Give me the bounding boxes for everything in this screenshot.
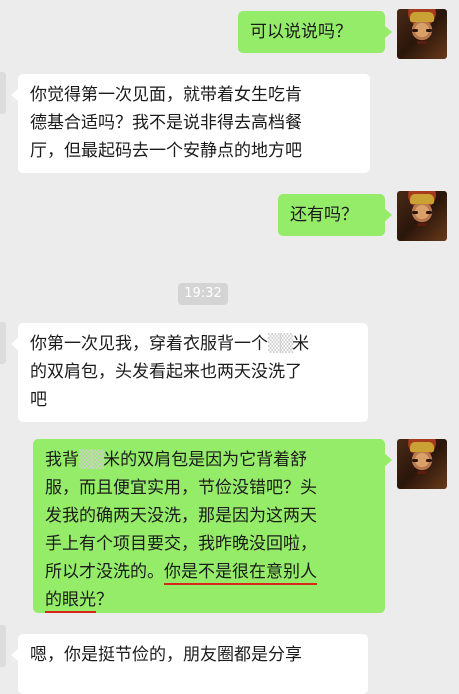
message-text: 米的双肩包是因为它背着舒 — [103, 450, 308, 470]
message-bubble-received[interactable]: 嗯，你是挺节俭的，朋友圈都是分享 — [11, 634, 368, 694]
highlighted-text: 你是不是很在意别人 — [164, 562, 317, 585]
message-text: 还有吗？ — [290, 205, 358, 225]
redacted-text: ▒▒ — [268, 334, 293, 354]
message-bubble-sent[interactable]: 我背▒▒米的双肩包是因为它背着舒 服，而且便宜实用，节俭没错吧？头 发我的确两天… — [33, 439, 392, 613]
message-text: 你第一次见我，穿着衣服背一个 — [30, 334, 268, 354]
message-bubble-received[interactable]: 你第一次见我，穿着衣服背一个▒▒米 的双肩包，头发看起来也两天没洗了 吧 — [11, 323, 368, 422]
user-avatar[interactable] — [397, 191, 447, 241]
user-avatar[interactable] — [397, 439, 447, 489]
message-bubble-sent[interactable]: 还有吗？ — [278, 194, 392, 236]
message-text: 所以才没洗的。 — [45, 562, 164, 582]
highlighted-text: 的眼光 — [45, 590, 96, 613]
message-text: ？ — [96, 590, 113, 610]
message-text: 嗯，你是挺节俭的，朋友圈都是分享 — [30, 645, 302, 665]
message-text: 米 — [292, 334, 310, 354]
contact-avatar[interactable] — [0, 625, 6, 667]
contact-avatar[interactable] — [0, 72, 6, 114]
message-text: 手上有个项目要交，我昨晚没回啦， — [45, 534, 317, 554]
message-text: 可以说说吗？ — [250, 22, 352, 42]
contact-avatar[interactable] — [0, 322, 6, 364]
user-avatar[interactable] — [397, 9, 447, 59]
message-text: 你觉得第一次见面，就带着女生吃肯 — [30, 85, 302, 105]
message-text: 吧 — [30, 390, 47, 410]
message-text: 服，而且便宜实用，节俭没错吧？头 — [45, 478, 317, 498]
message-text: 的双肩包，头发看起来也两天没洗了 — [30, 362, 302, 382]
message-bubble-sent[interactable]: 可以说说吗？ — [238, 11, 392, 53]
redacted-text: ▒▒ — [79, 450, 104, 470]
message-text: 发我的确两天没洗，那是因为这两天 — [45, 506, 317, 526]
message-bubble-received[interactable]: 你觉得第一次见面，就带着女生吃肯 德基合适吗？我不是说非得去高档餐 厅，但最起码… — [11, 74, 370, 173]
timestamp: 19:32 — [178, 283, 228, 305]
message-text: 德基合适吗？我不是说非得去高档餐 — [30, 113, 302, 133]
message-text: 我背 — [45, 450, 79, 470]
message-text: 厅，但最起码去一个安静点的地方吧 — [30, 141, 302, 161]
